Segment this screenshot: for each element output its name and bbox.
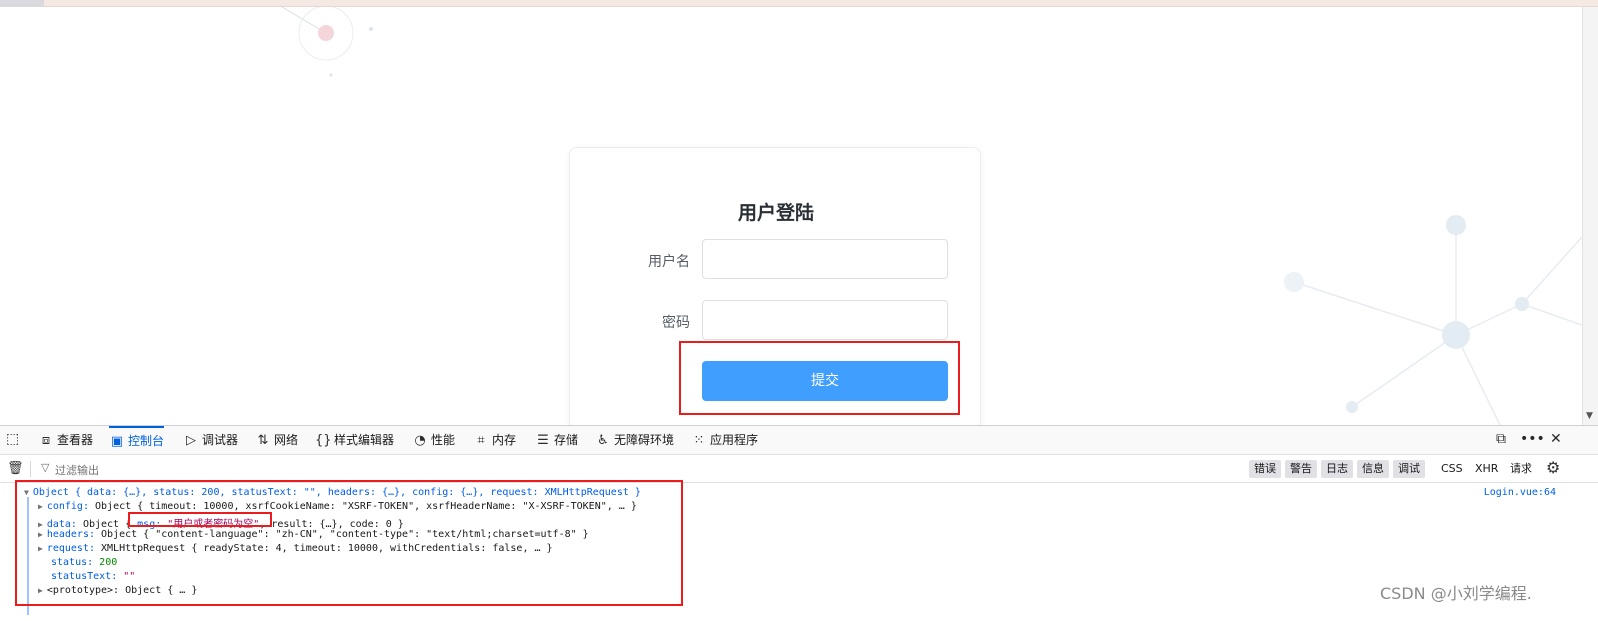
close-icon[interactable]: ✕ bbox=[1550, 431, 1562, 447]
performance-icon: ◔ bbox=[414, 433, 426, 448]
filter-divider bbox=[30, 461, 31, 477]
filter-css-button[interactable]: CSS bbox=[1441, 460, 1463, 478]
trash-icon[interactable]: 🗑 bbox=[7, 461, 24, 476]
element-picker-icon[interactable]: ⬚ bbox=[6, 431, 19, 447]
inspector-icon: ⧈ bbox=[41, 433, 51, 448]
password-input[interactable] bbox=[702, 300, 948, 340]
network-icon: ⇅ bbox=[257, 433, 269, 448]
tab-accessibility[interactable]: ♿ 无障碍环境 bbox=[595, 426, 674, 454]
tab-application[interactable]: ⁙ 应用程序 bbox=[691, 426, 758, 454]
tab-storage[interactable]: ☰ 存储 bbox=[535, 426, 578, 454]
browser-tab-fragment[interactable] bbox=[0, 0, 44, 7]
password-label: 密码 bbox=[662, 315, 690, 331]
highlight-box-console bbox=[15, 480, 683, 606]
login-title: 用户登陆 bbox=[737, 202, 814, 224]
source-link[interactable]: Login.vue:64 bbox=[1484, 487, 1556, 498]
browser-top-strip bbox=[0, 0, 1598, 7]
style-editor-icon: {} bbox=[315, 433, 332, 448]
devtools-toolbar: ⬚ ⧈ 查看器 ▣ 控制台 ▷ 调试器 ⇅ 网络 {} 样式编辑器 ◔ 性能 ⌗ 内存 ☰ 存储… bbox=[0, 426, 1598, 455]
settings-gear-icon[interactable]: ⚙ bbox=[1546, 458, 1560, 477]
username-label: 用户名 bbox=[648, 254, 690, 270]
console-icon: ▣ bbox=[110, 434, 124, 449]
application-icon: ⁙ bbox=[693, 433, 705, 448]
username-input[interactable] bbox=[702, 239, 948, 279]
filter-requests-button[interactable]: 请求 bbox=[1510, 460, 1532, 478]
level-warnings-button[interactable]: 警告 bbox=[1285, 460, 1317, 478]
tab-style-editor[interactable]: {} 样式编辑器 bbox=[315, 426, 394, 454]
debugger-icon: ▷ bbox=[186, 433, 196, 448]
filter-icon: ▽ bbox=[41, 461, 50, 474]
page-scrollbar[interactable]: ▼ bbox=[1582, 7, 1598, 425]
storage-icon: ☰ bbox=[537, 433, 549, 448]
memory-icon: ⌗ bbox=[477, 433, 485, 448]
level-logs-button[interactable]: 日志 bbox=[1321, 460, 1353, 478]
filter-xhr-button[interactable]: XHR bbox=[1475, 460, 1498, 478]
tab-console[interactable]: ▣ 控制台 bbox=[109, 426, 165, 454]
csdn-watermark: CSDN @小刘学编程. bbox=[1380, 584, 1532, 603]
tab-debugger[interactable]: ▷ 调试器 bbox=[183, 426, 238, 454]
highlight-box-msg bbox=[128, 512, 272, 527]
scroll-down-icon[interactable]: ▼ bbox=[1586, 411, 1593, 421]
level-debug-button[interactable]: 调试 bbox=[1393, 460, 1425, 478]
level-errors-button[interactable]: 错误 bbox=[1249, 460, 1281, 478]
more-options-icon[interactable]: ••• bbox=[1520, 431, 1545, 447]
highlight-box-submit bbox=[679, 341, 960, 415]
tab-network[interactable]: ⇅ 网络 bbox=[255, 426, 298, 454]
console-filter-bar: 🗑 ▽ 过滤输出 错误 警告 日志 信息 调试 CSS XHR 请求 ⚙ bbox=[0, 455, 1598, 483]
responsive-design-icon[interactable]: ⧉ bbox=[1496, 431, 1506, 447]
accessibility-icon: ♿ bbox=[597, 433, 609, 448]
tab-performance[interactable]: ◔ 性能 bbox=[412, 426, 455, 454]
tab-inspector[interactable]: ⧈ 查看器 bbox=[38, 426, 93, 454]
level-info-button[interactable]: 信息 bbox=[1357, 460, 1389, 478]
tab-memory[interactable]: ⌗ 内存 bbox=[473, 426, 516, 454]
filter-output-input[interactable]: 过滤输出 bbox=[55, 462, 99, 478]
